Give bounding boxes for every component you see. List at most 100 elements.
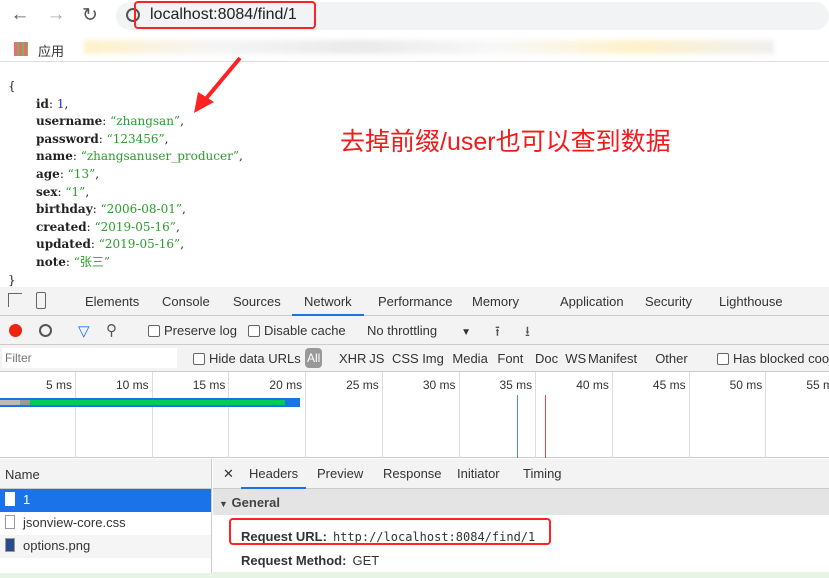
json-field: created: “2019-05-16”, (36, 219, 180, 234)
file-icon (5, 538, 15, 552)
tab-headers[interactable]: Headers (241, 459, 307, 489)
timeline-tick-label: 20 ms (269, 378, 303, 392)
timeline-tick-label: 45 ms (652, 378, 686, 392)
record-icon[interactable] (9, 324, 22, 337)
timeline-tick-label: 40 ms (576, 378, 609, 392)
json-key: age (36, 166, 60, 181)
search-icon[interactable]: ⚲ (106, 321, 117, 339)
json-value: “2019-05-16” (94, 219, 176, 234)
tab-sources[interactable]: Sources (233, 294, 281, 309)
tab-response[interactable]: Response (383, 466, 442, 481)
json-key: note (36, 254, 66, 269)
throttling-select[interactable]: No throttling ▼ (367, 323, 471, 338)
apps-label[interactable]: 应用 (38, 41, 64, 60)
request-details: ✕ Headers Preview Response Initiator Timing … (213, 459, 829, 578)
timeline-gridline (75, 372, 76, 458)
timeline-queue (0, 400, 20, 405)
has-blocked-cookies-checkbox[interactable]: Has blocked coo (717, 351, 829, 366)
general-value[interactable]: GET (352, 553, 379, 568)
tab-network[interactable]: Network (292, 287, 364, 316)
request-row[interactable]: options.png (0, 535, 211, 558)
clear-icon[interactable] (39, 324, 52, 337)
filter-type-css[interactable]: CSS (392, 351, 419, 366)
filter-type-js[interactable]: JS (369, 351, 384, 366)
filter-type-ws[interactable]: WS (565, 351, 586, 366)
tab-security[interactable]: Security (645, 294, 692, 309)
timeline-tick-label: 30 ms (422, 378, 456, 392)
json-field: age: “13”, (36, 166, 100, 181)
request-row[interactable]: 1 (0, 489, 211, 512)
timeline-gridline (611, 372, 613, 458)
filter-type-media[interactable]: Media (452, 351, 487, 366)
hide-data-urls-checkbox[interactable]: Hide data URLs (193, 351, 301, 366)
json-value: “2006-08-01” (100, 202, 183, 217)
brace-open: { (8, 79, 16, 93)
json-field: username: “zhangsan”, (36, 114, 184, 129)
filter-type-other[interactable]: Other (655, 351, 688, 366)
json-field: birthday: “2006-08-01”, (36, 202, 186, 217)
filter-type-xhr[interactable]: XHR (339, 351, 366, 366)
domcontentloaded-line (517, 395, 518, 458)
timeline-tick-label: 5 ms (45, 378, 72, 392)
filter-type-manifest[interactable]: Manifest (588, 351, 637, 366)
json-value: “zhangsanuser_producer” (80, 149, 239, 164)
tab-timing[interactable]: Timing (523, 466, 562, 481)
request-row[interactable]: jsonview-core.css (0, 512, 211, 535)
back-button[interactable]: ← (8, 4, 32, 26)
filter-type-doc[interactable]: Doc (535, 351, 558, 366)
name-column-header[interactable]: Name (0, 459, 211, 489)
json-value: 1 (56, 96, 65, 111)
filter-row: Hide data URLs All XHRJS CSSImg Media Font Do… (0, 345, 829, 372)
apps-icon (14, 42, 28, 56)
tab-elements[interactable]: Elements (85, 294, 139, 309)
json-field: password: “123456”, (36, 131, 169, 146)
tab-memory[interactable]: Memory (472, 294, 519, 309)
json-field: name: “zhangsanuser_producer”, (36, 149, 243, 164)
json-value: “1” (65, 184, 86, 199)
filter-type-img[interactable]: Img (422, 351, 444, 366)
download-icon[interactable]: ⭳ (525, 321, 530, 345)
json-key: id (36, 96, 49, 111)
json-value: “zhangsan” (110, 114, 181, 129)
file-icon (5, 515, 15, 529)
timeline-gridline (535, 372, 537, 458)
json-key: updated (36, 237, 91, 252)
request-name: 1 (23, 492, 31, 507)
status-strip (0, 573, 213, 578)
tab-lighthouse[interactable]: Lighthouse (719, 294, 783, 309)
filter-icon[interactable]: ▽ (78, 322, 90, 340)
device-icon[interactable] (36, 292, 46, 309)
timeline-tick-label: 10 ms (116, 378, 149, 392)
timeline-gridline (228, 372, 230, 458)
close-icon[interactable]: ✕ (223, 466, 234, 482)
general-section-header[interactable]: ▼ General (213, 489, 829, 515)
json-key: password (36, 131, 99, 146)
tab-preview[interactable]: Preview (317, 466, 363, 481)
json-field: updated: “2019-05-16”, (36, 237, 185, 252)
filter-type-all[interactable]: All (305, 348, 323, 368)
timeline-gridline (305, 372, 307, 458)
reload-button[interactable]: ↻ (78, 4, 102, 27)
highlight-box (134, 1, 316, 29)
upload-icon[interactable]: ⭱ (495, 321, 500, 345)
disable-cache-checkbox[interactable]: Disable cache (248, 323, 346, 338)
timeline-stalled (20, 400, 30, 405)
tab-performance[interactable]: Performance (378, 294, 452, 309)
inspect-icon[interactable] (8, 293, 22, 307)
tab-application[interactable]: Application (560, 294, 624, 309)
forward-button[interactable]: → (44, 4, 68, 26)
preserve-log-checkbox[interactable]: Preserve log (148, 323, 237, 338)
json-key: name (36, 149, 73, 164)
timeline-tick-label: 35 ms (499, 378, 533, 392)
timeline-tick-label: 50 ms (729, 378, 763, 392)
json-value: “张三” (73, 254, 111, 269)
json-key: birthday (36, 202, 93, 217)
timeline-tick-label: 25 ms (346, 378, 379, 392)
tab-console[interactable]: Console (162, 294, 210, 309)
filter-input[interactable] (2, 348, 177, 368)
timeline-tick-label: 55 ms (806, 378, 829, 392)
blurred-bookmarks (84, 40, 774, 54)
json-field: sex: “1”, (36, 184, 90, 199)
tab-initiator[interactable]: Initiator (457, 466, 500, 481)
filter-type-font[interactable]: Font (497, 351, 523, 366)
